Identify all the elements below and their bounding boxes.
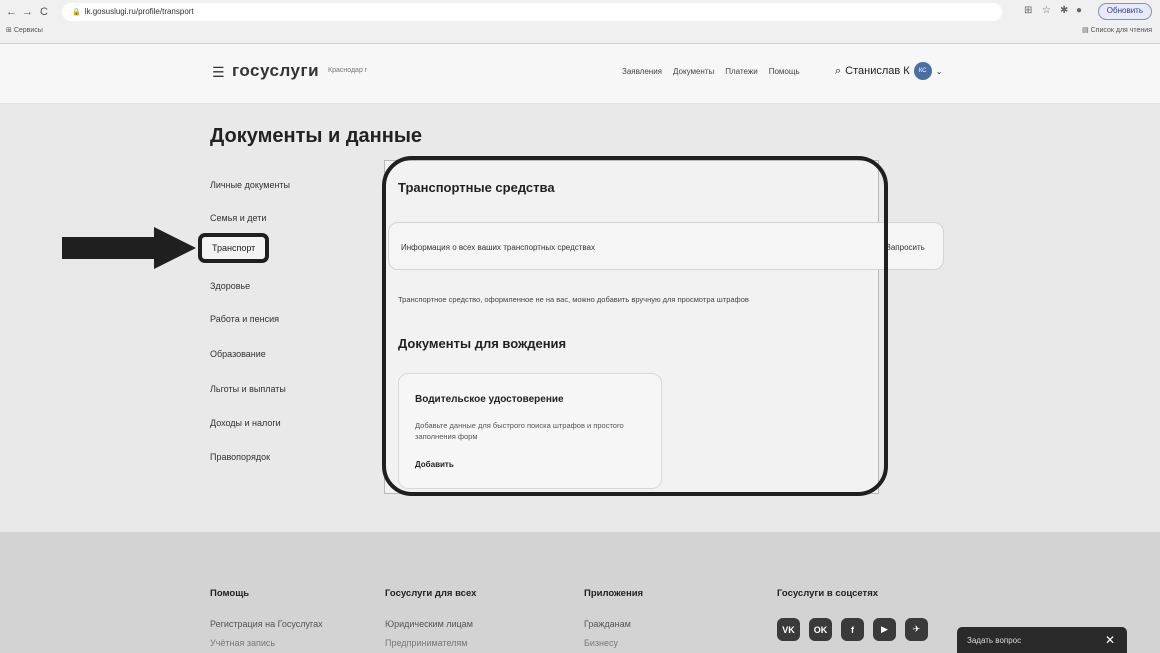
footer-link[interactable]: Юридическим лицам <box>385 619 476 629</box>
avatar[interactable]: КС <box>913 62 932 80</box>
social-links: VK OK f ▶ ✈ <box>777 618 928 641</box>
sidebar-item-law[interactable]: Правопорядок <box>210 452 270 462</box>
page-title: Документы и данные <box>210 125 423 147</box>
annotation-arrow-icon <box>62 227 196 269</box>
facebook-icon[interactable]: f <box>841 618 864 641</box>
menu-icon[interactable]: ☰ <box>212 64 225 81</box>
bookmarks-apps[interactable]: ⊞ Сервисы <box>6 26 43 34</box>
footer-heading: Приложения <box>584 588 644 599</box>
site-header: ☰ госуслуги Краснодар г Заявления Докуме… <box>0 44 1160 104</box>
sidebar-item-transport[interactable]: Транспорт <box>198 233 270 263</box>
user-name[interactable]: Станислав К <box>845 65 910 77</box>
browser-chrome: ← → C 🔒 lk.gosuslugi.ru/profile/transport… <box>0 0 1160 44</box>
license-card-title: Водительское удостоверение <box>415 394 564 405</box>
url-text: lk.gosuslugi.ru/profile/transport <box>84 7 194 16</box>
site-logo[interactable]: госуслуги <box>232 61 319 81</box>
footer-link[interactable]: Учётная запись <box>210 638 323 648</box>
footer-heading: Госуслуги в соцсетях <box>777 588 879 599</box>
reading-list-label: Список для чтения <box>1090 27 1152 34</box>
nav-applications[interactable]: Заявления <box>622 67 662 76</box>
footer-link[interactable]: Гражданам <box>584 619 643 629</box>
translate-icon[interactable]: ⊞ <box>1024 5 1032 16</box>
ok-icon[interactable]: OK <box>809 618 832 641</box>
youtube-icon[interactable]: ▶ <box>873 618 896 641</box>
nav-payments[interactable]: Платежи <box>725 67 757 76</box>
bookmarks-label: Сервисы <box>13 27 43 34</box>
transport-info-text: Информация о всех ваших транспортных сре… <box>401 243 596 252</box>
extensions-icon[interactable]: ✱ <box>1060 5 1068 16</box>
sidebar-item-family[interactable]: Семья и дети <box>210 213 266 223</box>
region-selector[interactable]: Краснодар г <box>328 67 367 74</box>
request-button[interactable]: Запросить <box>886 243 925 252</box>
transport-info-card[interactable]: Информация о всех ваших транспортных сре… <box>388 222 944 270</box>
license-card-desc: Добавьте данные для быстрого поиска штра… <box>415 421 624 441</box>
footer-link[interactable]: Предпринимателям <box>385 638 476 648</box>
sidebar-item-health[interactable]: Здоровье <box>210 281 250 291</box>
close-icon[interactable]: ✕ <box>1105 633 1115 647</box>
transport-section-title: Транспортные средства <box>398 180 555 195</box>
forward-icon[interactable]: → <box>22 6 33 18</box>
footer-col-social: Госуслуги в соцсетях <box>777 588 878 599</box>
telegram-icon[interactable]: ✈ <box>905 618 928 641</box>
back-icon[interactable]: ← <box>6 6 17 18</box>
vk-icon[interactable]: VK <box>777 618 800 641</box>
top-nav: Заявления Документы Платежи Помощь <box>622 67 800 76</box>
reading-list[interactable]: ▤ Список для чтения <box>1082 26 1152 34</box>
sidebar-item-personal-docs[interactable]: Личные документы <box>210 180 290 190</box>
sidebar-item-taxes[interactable]: Доходы и налоги <box>210 418 281 428</box>
footer-heading: Помощь <box>210 588 250 599</box>
reload-icon[interactable]: C <box>40 6 48 18</box>
driving-section-title: Документы для вождения <box>398 336 567 351</box>
footer-col-for-all: Госуслуги для всех Юридическим лицам Пре… <box>385 588 476 648</box>
search-icon[interactable]: ⌕ <box>835 65 841 78</box>
profile-icon[interactable]: ● <box>1076 5 1082 16</box>
footer-heading: Госуслуги для всех <box>385 588 477 599</box>
driver-license-card[interactable]: Водительское удостоверение Добавьте данн… <box>398 373 662 489</box>
chevron-down-icon[interactable]: ⌄ <box>936 67 943 76</box>
transport-note: Транспортное средство, оформленное не на… <box>398 295 749 304</box>
update-button[interactable]: Обновить <box>1097 3 1152 20</box>
ask-question-label: Задать вопрос <box>967 636 1022 645</box>
lock-icon: 🔒 <box>72 9 81 16</box>
ask-question-widget[interactable]: Задать вопрос ✕ <box>957 627 1127 653</box>
address-bar[interactable]: 🔒 lk.gosuslugi.ru/profile/transport <box>62 3 1002 21</box>
nav-documents[interactable]: Документы <box>673 67 714 76</box>
footer-col-apps: Приложения Гражданам Бизнесу <box>584 588 643 648</box>
sidebar-item-education[interactable]: Образование <box>210 349 266 359</box>
footer-link[interactable]: Регистрация на Госуслугах <box>210 619 323 629</box>
user-area: ⌕ Станислав К КС ⌄ <box>835 62 942 80</box>
sidebar-item-benefits[interactable]: Льготы и выплаты <box>210 384 286 394</box>
footer-col-help: Помощь Регистрация на Госуслугах Учётная… <box>210 588 323 648</box>
nav-help[interactable]: Помощь <box>769 67 800 76</box>
sidebar-item-work[interactable]: Работа и пенсия <box>210 314 279 324</box>
star-icon[interactable]: ☆ <box>1042 5 1051 16</box>
add-license-button[interactable]: Добавить <box>415 460 454 469</box>
footer-link[interactable]: Бизнесу <box>584 638 643 648</box>
